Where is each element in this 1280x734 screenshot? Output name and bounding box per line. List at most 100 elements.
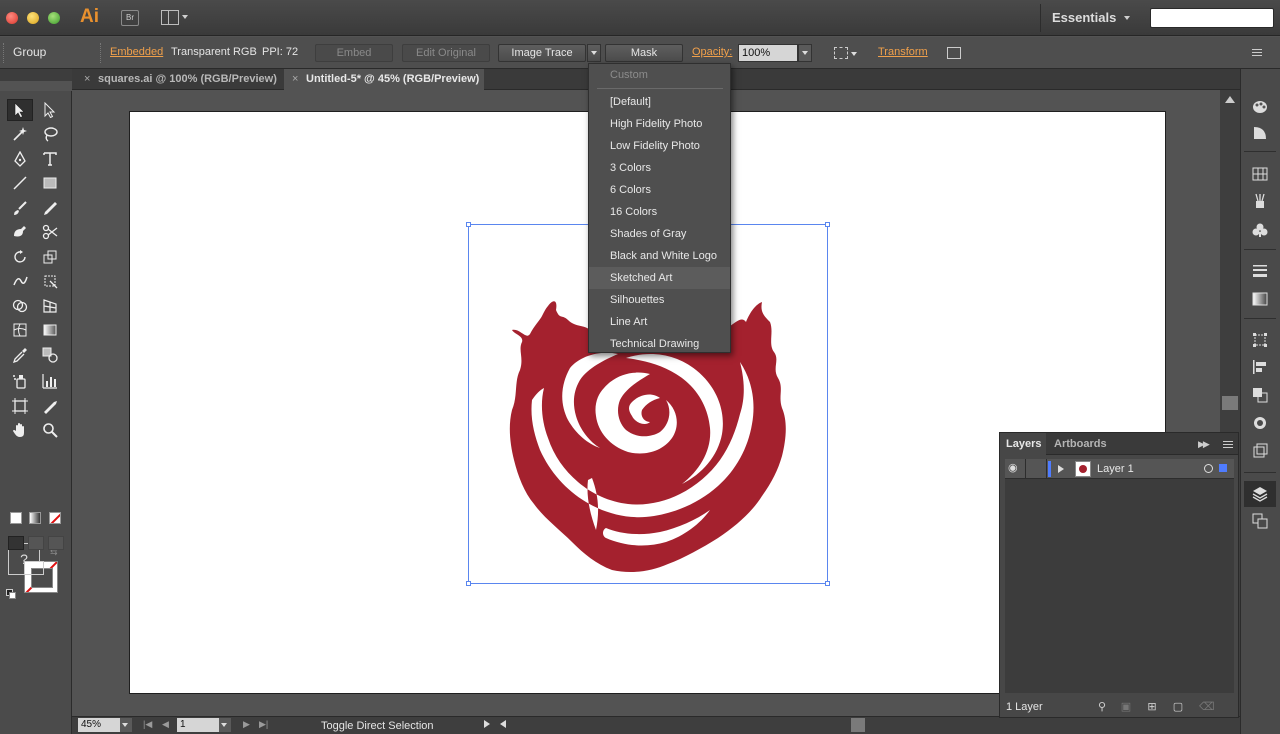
create-sublayer-icon[interactable]: ⊞: [1146, 701, 1158, 713]
control-bar-grip[interactable]: [3, 43, 6, 63]
color-guide-icon[interactable]: [1250, 124, 1270, 142]
resize-handle[interactable]: [466, 581, 471, 586]
opacity-dropdown[interactable]: [798, 44, 812, 62]
visibility-eye-icon[interactable]: ◉: [1008, 463, 1022, 474]
chevron-down-icon[interactable]: [1124, 16, 1130, 20]
embedded-link[interactable]: Embedded: [110, 46, 163, 58]
scroll-left-icon[interactable]: [500, 720, 506, 728]
resize-handle[interactable]: [825, 581, 830, 586]
opacity-link[interactable]: Opacity:: [692, 46, 732, 58]
menu-item-default[interactable]: [Default]: [589, 91, 730, 113]
menu-item-silhouettes[interactable]: Silhouettes: [589, 289, 730, 311]
menu-item-high-fidelity-photo[interactable]: High Fidelity Photo: [589, 113, 730, 135]
gradient-mode-icon[interactable]: [29, 512, 41, 524]
slice-tool-icon[interactable]: [37, 395, 63, 417]
vertical-scroll-thumb[interactable]: [1222, 396, 1238, 410]
rotate-tool-icon[interactable]: [7, 246, 33, 268]
artboard-dropdown[interactable]: [219, 718, 231, 732]
layer-row[interactable]: ◉ Layer 1: [1005, 459, 1234, 479]
menu-item-6-colors[interactable]: 6 Colors: [589, 179, 730, 201]
embed-button[interactable]: Embed: [315, 44, 393, 62]
resize-handle[interactable]: [466, 222, 471, 227]
selection-tool-icon[interactable]: [7, 99, 33, 121]
status-menu-arrow-icon[interactable]: [484, 720, 490, 728]
warp-tool-icon[interactable]: [7, 270, 33, 292]
window-close-button[interactable]: [6, 12, 18, 24]
pathfinder-icon[interactable]: [1250, 386, 1270, 404]
tab-untitled-5[interactable]: × Untitled-5* @ 45% (RGB/Preview): [284, 69, 484, 90]
image-trace-presets-dropdown[interactable]: [587, 44, 601, 62]
tab-artboards[interactable]: Artboards: [1050, 433, 1107, 455]
draw-behind-icon[interactable]: [28, 536, 44, 550]
tab-squares-ai[interactable]: × squares.ai @ 100% (RGB/Preview): [76, 69, 284, 90]
blob-brush-tool-icon[interactable]: [7, 221, 33, 243]
lock-toggle[interactable]: [1025, 459, 1047, 479]
pencil-tool-icon[interactable]: [37, 197, 63, 219]
scissors-tool-icon[interactable]: [37, 221, 63, 243]
layers-icon[interactable]: [1250, 485, 1270, 503]
artboard-number-field[interactable]: 1: [177, 718, 219, 732]
rectangle-tool-icon[interactable]: [37, 172, 63, 194]
menu-item-shades-of-gray[interactable]: Shades of Gray: [589, 223, 730, 245]
first-artboard-icon[interactable]: |◀: [143, 719, 152, 730]
menu-item-technical-drawing[interactable]: Technical Drawing: [589, 333, 730, 355]
status-text[interactable]: Toggle Direct Selection: [321, 720, 434, 732]
type-tool-icon[interactable]: [37, 148, 63, 170]
toolbar-collapse-handle[interactable]: [0, 69, 72, 81]
shape-builder-tool-icon[interactable]: [7, 295, 33, 317]
symbol-sprayer-tool-icon[interactable]: [7, 370, 33, 392]
scale-tool-icon[interactable]: [37, 246, 63, 268]
menu-item-sketched-art[interactable]: Sketched Art: [589, 267, 730, 289]
gradient-tool-icon[interactable]: [37, 319, 63, 341]
zoom-dropdown[interactable]: [120, 718, 132, 732]
search-help-input[interactable]: [1150, 8, 1274, 28]
gradient-icon[interactable]: [1250, 290, 1270, 308]
stroke-icon[interactable]: [1250, 262, 1270, 280]
brushes-icon[interactable]: [1250, 192, 1270, 210]
artboard-tool-icon[interactable]: [7, 395, 33, 417]
transform-icon[interactable]: [1250, 331, 1270, 349]
create-new-layer-icon[interactable]: ▢: [1172, 701, 1184, 713]
expand-arrow-icon[interactable]: [1058, 465, 1064, 473]
change-screen-mode-icon[interactable]: [24, 561, 44, 575]
color-icon[interactable]: [1250, 98, 1270, 116]
mesh-tool-icon[interactable]: [7, 319, 33, 341]
make-clipping-mask-icon[interactable]: ▣: [1120, 701, 1132, 713]
menu-item-3-colors[interactable]: 3 Colors: [589, 157, 730, 179]
delete-layer-icon[interactable]: ⌫: [1199, 701, 1215, 713]
pen-tool-icon[interactable]: [7, 148, 33, 170]
transform-link[interactable]: Transform: [878, 46, 928, 58]
graphic-styles-icon[interactable]: [1250, 442, 1270, 460]
swatches-icon[interactable]: [1250, 165, 1270, 183]
hand-tool-icon[interactable]: [7, 419, 33, 441]
menu-item-16-colors[interactable]: 16 Colors: [589, 201, 730, 223]
isolate-group-icon[interactable]: [947, 47, 961, 59]
draw-normal-icon[interactable]: [8, 536, 24, 550]
menu-item-black-and-white-logo[interactable]: Black and White Logo: [589, 245, 730, 267]
artboards-icon[interactable]: [1250, 512, 1270, 530]
align-icon[interactable]: [1250, 358, 1270, 376]
lasso-tool-icon[interactable]: [37, 123, 63, 145]
column-graph-tool-icon[interactable]: [37, 370, 63, 392]
locate-object-icon[interactable]: ⚲: [1096, 701, 1108, 713]
appearance-icon[interactable]: [1250, 414, 1270, 432]
workspace-switcher[interactable]: Essentials: [1052, 10, 1116, 25]
perspective-grid-tool-icon[interactable]: [37, 295, 63, 317]
paintbrush-tool-icon[interactable]: [7, 197, 33, 219]
chevron-down-icon[interactable]: [851, 52, 857, 56]
blend-tool-icon[interactable]: [37, 344, 63, 366]
window-minimize-button[interactable]: [27, 12, 39, 24]
go-to-bridge-button[interactable]: Br: [121, 10, 139, 26]
scroll-up-icon[interactable]: [1225, 96, 1235, 103]
horizontal-scroll-thumb[interactable]: [851, 718, 865, 732]
collapse-panel-icon[interactable]: ▶▶: [1198, 439, 1210, 450]
direct-selection-tool-icon[interactable]: [37, 99, 63, 121]
draw-inside-icon[interactable]: [48, 536, 64, 550]
next-artboard-icon[interactable]: ▶: [243, 719, 250, 730]
menu-item-line-art[interactable]: Line Art: [589, 311, 730, 333]
eyedropper-tool-icon[interactable]: [7, 344, 33, 366]
menu-item-low-fidelity-photo[interactable]: Low Fidelity Photo: [589, 135, 730, 157]
tab-layers[interactable]: Layers: [1000, 433, 1046, 455]
default-fill-stroke-icon[interactable]: [6, 589, 16, 599]
last-artboard-icon[interactable]: ▶|: [259, 719, 268, 730]
